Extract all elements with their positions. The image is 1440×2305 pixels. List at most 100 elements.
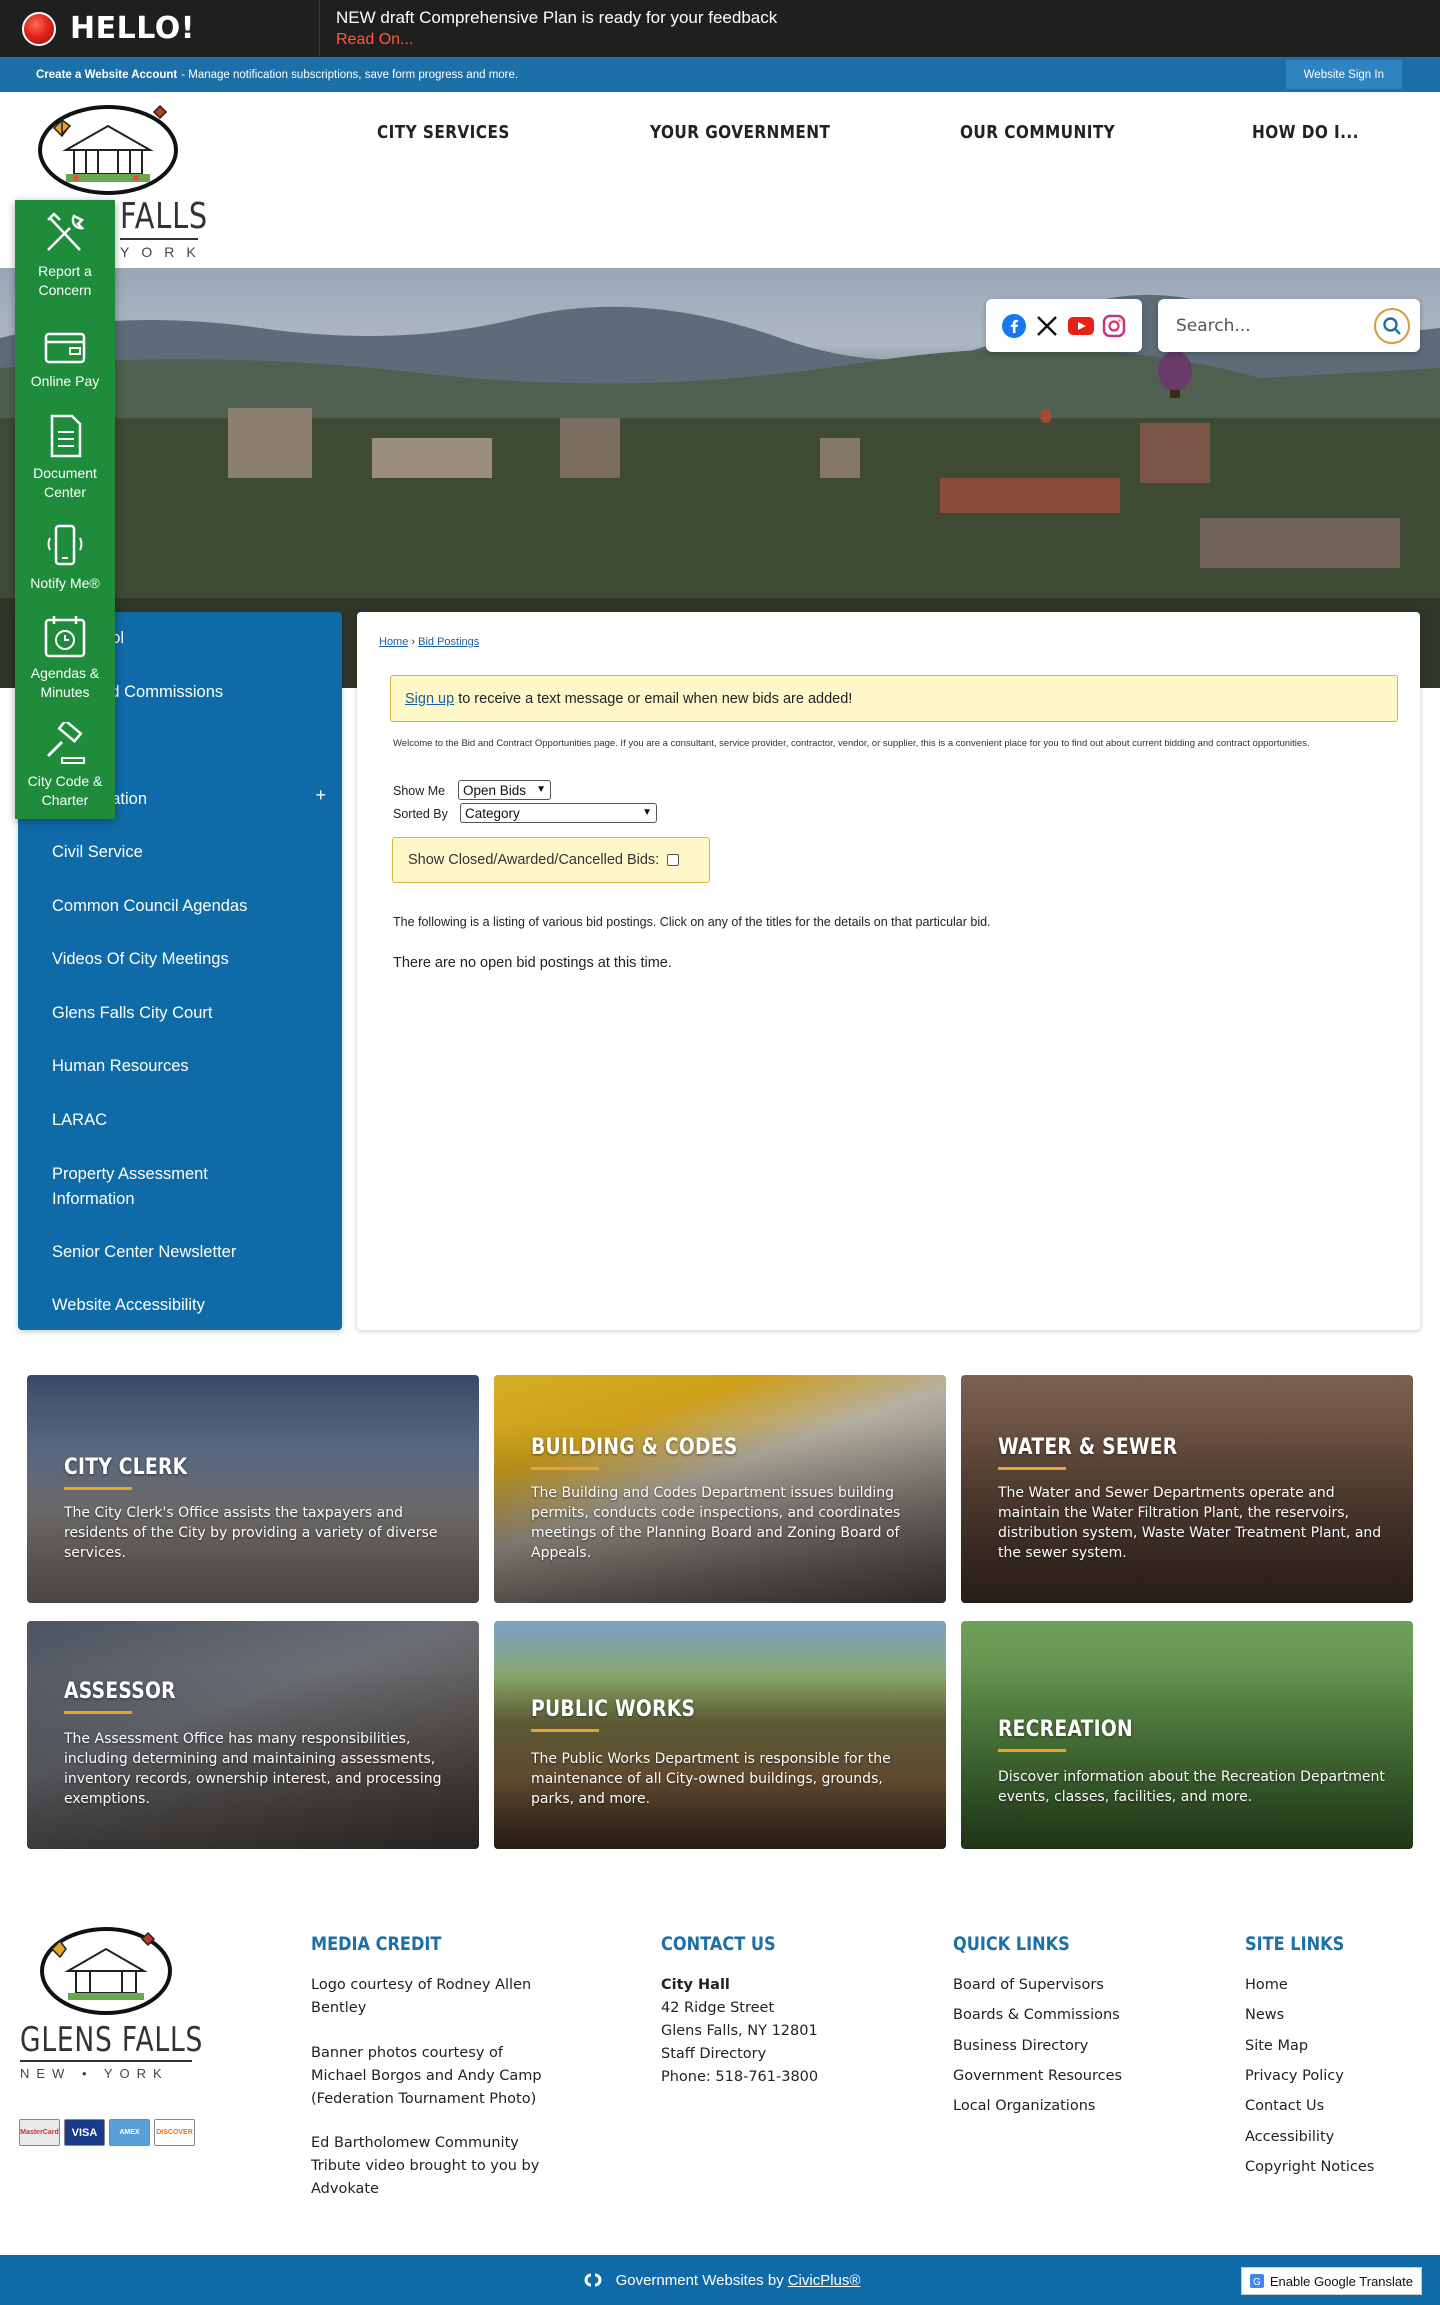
signup-notice-text: to receive a text message or email when …: [458, 690, 853, 707]
sidebar-item-larac[interactable]: LARAC: [52, 1108, 107, 1133]
tile-assessor-title: ASSESSOR: [64, 1679, 176, 1704]
google-translate-label: Enable Google Translate: [1269, 2273, 1413, 2289]
footer-link-home[interactable]: Home: [1245, 1977, 1288, 1993]
footer-link-contact-us[interactable]: Contact Us: [1245, 2098, 1324, 2114]
quick-city-code[interactable]: City Code & Charter: [15, 722, 115, 810]
footer-link-privacy-policy[interactable]: Privacy Policy: [1245, 2068, 1344, 2084]
alert-hello-text: HELLO!: [70, 11, 195, 46]
breadcrumb-separator: ›: [408, 636, 419, 648]
tile-water-sewer-title: WATER & SEWER: [998, 1435, 1178, 1460]
nav-our-community[interactable]: OUR COMMUNITY: [960, 122, 1115, 143]
tile-public-works[interactable]: PUBLIC WORKS The Public Works Department…: [494, 1621, 946, 1849]
footer-link-site-map[interactable]: Site Map: [1245, 2038, 1308, 2054]
quick-notify-me[interactable]: Notify Me®: [15, 522, 115, 593]
facebook-icon[interactable]: [1001, 313, 1027, 339]
create-account-link[interactable]: Create a Website Account: [36, 69, 177, 81]
sidebar-item-accessibility[interactable]: Website Accessibility: [52, 1293, 205, 1318]
x-twitter-icon[interactable]: [1034, 313, 1060, 339]
google-translate-button[interactable]: G Enable Google Translate: [1240, 2267, 1422, 2295]
show-closed-label: Show Closed/Awarded/Cancelled Bids:: [408, 852, 660, 868]
tile-recreation-desc: Discover information about the Recreatio…: [998, 1769, 1385, 1805]
google-translate-icon: G: [1249, 2274, 1264, 2288]
tile-water-sewer[interactable]: WATER & SEWER The Water and Sewer Depart…: [961, 1375, 1413, 1603]
search-input[interactable]: [1176, 315, 1366, 336]
tile-assessor-desc: The Assessment Office has many responsib…: [64, 1731, 442, 1807]
breadcrumb-home[interactable]: Home: [379, 636, 408, 648]
sidebar-item-city-court[interactable]: Glens Falls City Court: [52, 1001, 212, 1026]
signup-link[interactable]: Sign up: [405, 691, 454, 707]
instagram-icon[interactable]: [1101, 313, 1127, 339]
discover-icon: DISCOVER: [154, 2119, 195, 2146]
nav-how-do-i[interactable]: HOW DO I...: [1252, 122, 1359, 143]
create-account-text: - Manage notification subscriptions, sav…: [181, 68, 519, 81]
phone-notify-icon: [47, 524, 83, 566]
sidebar-item-videos[interactable]: Videos Of City Meetings: [52, 947, 229, 972]
quick-agendas-minutes[interactable]: Agendas & Minutes: [15, 612, 115, 702]
sorted-by-label: Sorted By: [393, 807, 448, 821]
footer-link-news[interactable]: News: [1245, 2007, 1284, 2023]
sidebar-item-property-assessment[interactable]: Property Assessment Information: [52, 1162, 282, 1212]
contact-street: 42 Ridge Street: [661, 2000, 775, 2016]
sidebar-expand-toggle[interactable]: +: [315, 785, 326, 806]
show-me-label: Show Me: [393, 784, 446, 798]
site-header: FALLS YORK CITY SERVICES YOUR GOVERNMENT…: [0, 92, 1440, 268]
media-credit-heading: MEDIA CREDIT: [311, 1933, 442, 1955]
civicplus-link[interactable]: CivicPlus®: [788, 2272, 861, 2289]
quick-document-center[interactable]: Document Center: [15, 412, 115, 502]
youtube-icon[interactable]: [1067, 313, 1094, 339]
logo-divider: [120, 238, 198, 240]
footer-link-boards[interactable]: Boards & Commissions: [953, 2007, 1120, 2023]
alert-read-on-link[interactable]: Read On...: [336, 31, 777, 49]
alert-message-text: NEW draft Comprehensive Plan is ready fo…: [336, 8, 778, 27]
nav-city-services[interactable]: CITY SERVICES: [377, 122, 510, 143]
footer-logo-text: GLENS FALLS: [20, 2020, 204, 2060]
nav-your-government[interactable]: YOUR GOVERNMENT: [650, 122, 830, 143]
sorted-by-select[interactable]: Category ▼: [460, 803, 657, 823]
media-credit-banner: Banner photos courtesy of Michael Borgos…: [311, 2045, 542, 2107]
staff-directory-link[interactable]: Staff Directory: [661, 2043, 766, 2066]
main-content: Home › Bid Postings Sign up to receive a…: [357, 612, 1420, 1330]
payment-cards: MasterCard VISA AMEX DISCOVER: [19, 2119, 195, 2146]
sidebar-item-senior-newsletter[interactable]: Senior Center Newsletter: [52, 1240, 236, 1265]
footer-link-local-organizations[interactable]: Local Organizations: [953, 2098, 1095, 2114]
show-me-select[interactable]: Open Bids ▼: [458, 780, 551, 800]
search-box: [1158, 299, 1420, 352]
svg-text:G: G: [1253, 2277, 1261, 2288]
quick-links-panel: Report a Concern Online Pay Document Cen…: [15, 200, 115, 819]
footer-link-accessibility[interactable]: Accessibility: [1245, 2129, 1334, 2145]
alert-dot-icon: [22, 11, 56, 46]
tile-accent-bar: [531, 1467, 599, 1470]
breadcrumb-bid-postings[interactable]: Bid Postings: [418, 636, 479, 648]
footer-link-supervisors[interactable]: Board of Supervisors: [953, 1977, 1104, 1993]
tile-city-clerk[interactable]: CITY CLERK The City Clerk's Office assis…: [27, 1375, 479, 1603]
website-sign-in-button[interactable]: Website Sign In: [1285, 60, 1402, 89]
sidebar-item-human-resources[interactable]: Human Resources: [52, 1054, 189, 1079]
chevron-down-icon: ▼: [642, 807, 652, 818]
sidebar-item-council-agendas[interactable]: Common Council Agendas: [52, 894, 247, 919]
sidebar-item-civil-service[interactable]: Civil Service: [52, 840, 143, 865]
show-closed-checkbox[interactable]: [667, 854, 680, 866]
quick-city-code-label: City Code & Charter: [27, 773, 103, 808]
government-websites-text: Government Websites by: [615, 2271, 784, 2289]
tile-accent-bar: [998, 1749, 1066, 1752]
tile-accent-bar: [64, 1711, 132, 1714]
tile-public-works-desc: The Public Works Department is responsib…: [531, 1751, 891, 1807]
quick-agendas-minutes-label: Agendas & Minutes: [30, 665, 100, 700]
tile-assessor[interactable]: ASSESSOR The Assessment Office has many …: [27, 1621, 479, 1849]
tile-building-codes-desc: The Building and Codes Department issues…: [531, 1485, 901, 1561]
tile-city-clerk-desc: The City Clerk's Office assists the taxp…: [64, 1505, 438, 1561]
search-button[interactable]: [1374, 308, 1410, 344]
footer-link-copyright[interactable]: Copyright Notices: [1245, 2159, 1374, 2175]
quick-online-pay[interactable]: Online Pay: [15, 326, 115, 391]
bottom-bar: Government Websites by CivicPlus® G Enab…: [0, 2255, 1440, 2305]
site-links-heading: SITE LINKS: [1245, 1933, 1345, 1955]
listing-intro: The following is a listing of various bi…: [393, 915, 991, 929]
media-credit-logo: Logo courtesy of Rodney Allen Bentley: [311, 1977, 532, 2016]
tile-recreation[interactable]: RECREATION Discover information about th…: [961, 1621, 1413, 1849]
tile-building-codes[interactable]: BUILDING & CODES The Building and Codes …: [494, 1375, 946, 1603]
quick-report-concern[interactable]: Report a Concern: [15, 210, 115, 300]
tile-water-sewer-desc: The Water and Sewer Departments operate …: [998, 1485, 1382, 1561]
footer-link-business-directory[interactable]: Business Directory: [953, 2038, 1088, 2054]
footer-gazebo-logo-icon: [40, 1927, 172, 2015]
footer-link-government-resources[interactable]: Government Resources: [953, 2068, 1122, 2084]
